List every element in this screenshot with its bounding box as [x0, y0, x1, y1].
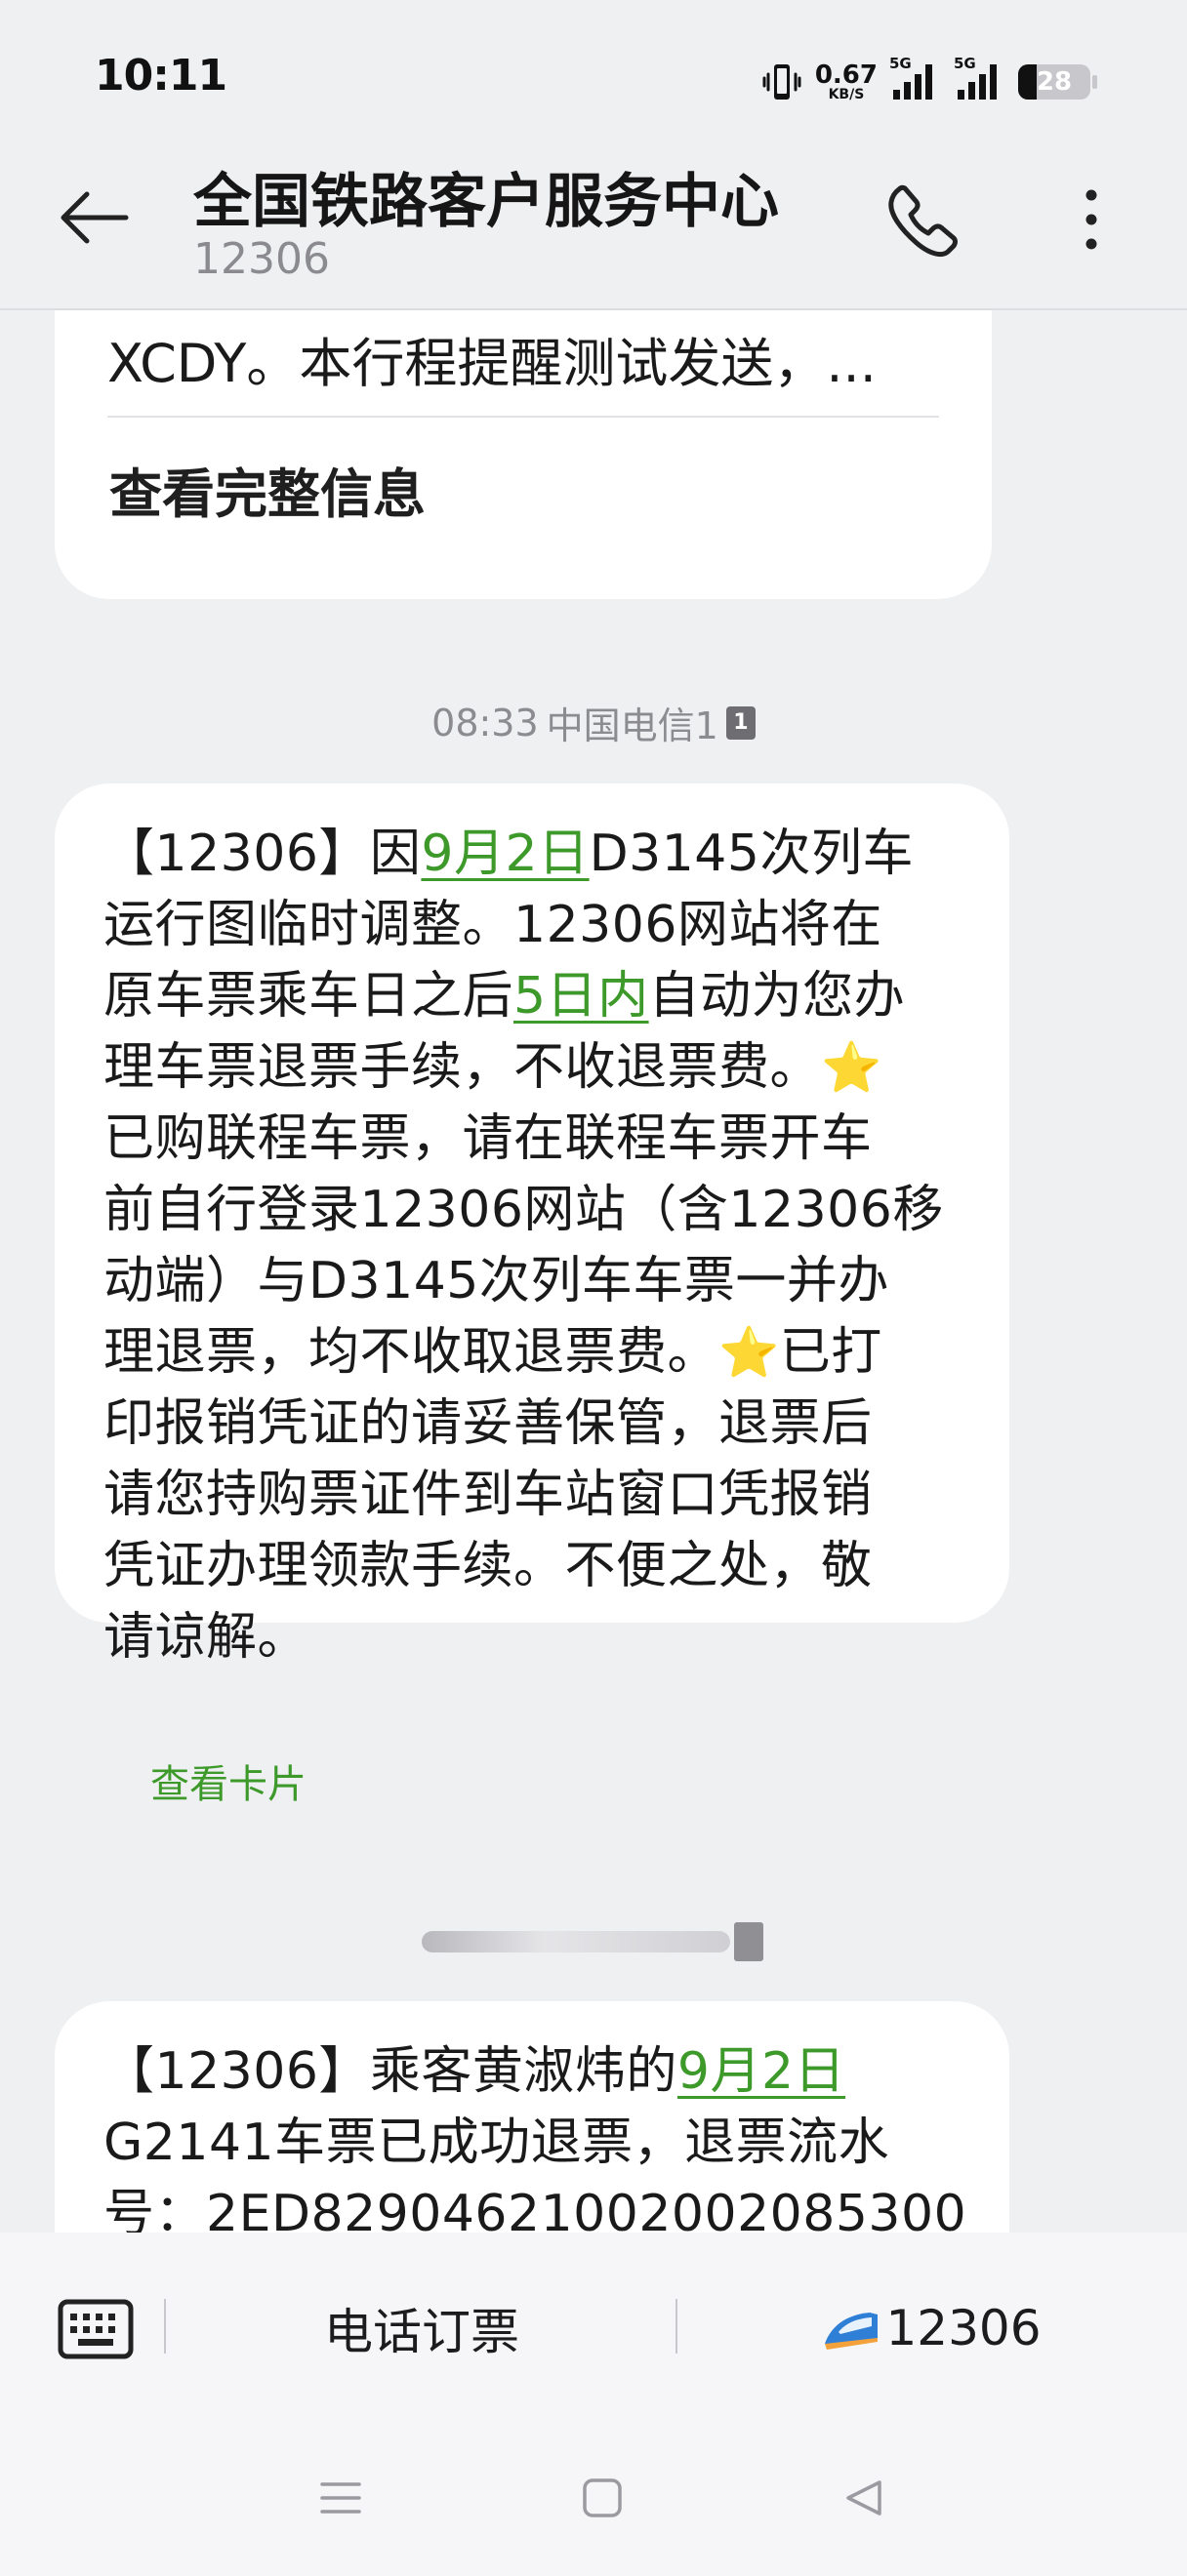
message-carrier: 中国电信1	[546, 704, 718, 747]
message-text: 【12306】乘客黄淑炜的9月2日 G2141车票已成功退票，退票流水 号：2E…	[103, 2036, 982, 2233]
text-segment: 【12306】乘客黄淑炜的	[103, 2042, 677, 2101]
text-segment: 已打	[779, 1323, 882, 1382]
home-button[interactable]	[568, 2469, 636, 2527]
conversation-list[interactable]: XCDY。本行程提醒测试发送，... 查看完整信息 08:33 中国电信1 1 …	[0, 310, 1187, 2233]
message-line: 【12306】因9月2日D3145次列车	[103, 819, 982, 890]
date-link[interactable]: 9月2日	[677, 2042, 845, 2101]
message-line: 前自行登录12306网站（含12306移	[103, 1181, 944, 1239]
vibrate-icon	[762, 64, 801, 100]
text-segment: 【12306】因	[103, 825, 422, 883]
text-segment: 自动为您办	[648, 967, 906, 1026]
menu-separator	[164, 2299, 166, 2354]
text-segment: 理退票，均不收取退票费。	[103, 1323, 719, 1382]
conversation-header: 全国铁路客户服务中心 12306	[0, 146, 1187, 310]
battery-icon: 28	[1018, 64, 1090, 100]
message-time: 08:33	[431, 701, 539, 745]
back-button[interactable]	[51, 174, 139, 262]
message-line: 【12306】乘客黄淑炜的9月2日	[103, 2036, 982, 2108]
duration-link[interactable]: 5日内	[513, 967, 649, 1026]
sim1-signal: 5G	[889, 55, 942, 105]
call-button[interactable]	[879, 176, 966, 263]
message-line: 印报销凭证的请妥善保管，退票后	[103, 1394, 873, 1453]
sim-badge-icon: 1	[725, 705, 756, 740]
menu-lines-icon	[320, 2482, 361, 2514]
message-line: 请谅解。	[103, 1608, 309, 1667]
star-icon: ⭐	[821, 1039, 882, 1096]
message-line: 原车票乘车日之后5日内自动为您办	[103, 961, 982, 1032]
bottom-menu-bar: 电话订票 12306	[0, 2233, 1187, 2576]
sim2-network-type: 5G	[954, 55, 976, 72]
status-bar: 10:11 0.67 KB/S 5G 5G 28	[0, 0, 1187, 146]
keyboard-icon	[58, 2299, 134, 2359]
keyboard-toggle-button[interactable]	[55, 2297, 137, 2361]
message-line: 凭证办理领款手续。不便之处，敬	[103, 1537, 873, 1595]
message-bubble[interactable]: 【12306】乘客黄淑炜的9月2日 G2141车票已成功退票，退票流水 号：2E…	[55, 2001, 1009, 2233]
message-bubble[interactable]: XCDY。本行程提醒测试发送，... 查看完整信息	[55, 310, 992, 599]
message-line: 动端）与D3145次列车车票一并办	[103, 1252, 889, 1310]
recent-apps-button[interactable]	[307, 2469, 375, 2527]
phone-booking-label: 电话订票	[324, 2304, 519, 2360]
sim1-network-type: 5G	[889, 55, 912, 72]
message-line: G2141车票已成功退票，退票流水	[103, 2113, 890, 2172]
network-speed-value: 0.67	[814, 60, 878, 90]
message-text: 【12306】因9月2日D3145次列车 运行图临时调整。12306网站将在 原…	[103, 819, 982, 1673]
status-icons: 0.67 KB/S 5G 5G 28	[760, 55, 1097, 105]
message-line: 请您持购票证件到车站窗口凭报销	[103, 1466, 873, 1524]
battery-level: 28	[1036, 67, 1073, 97]
redacted-meta	[422, 1920, 763, 1963]
divider	[107, 416, 939, 418]
star-icon: ⭐	[718, 1324, 780, 1381]
more-vertical-icon	[1085, 189, 1097, 250]
app-12306-label: 12306	[885, 2300, 1042, 2356]
phone-icon	[888, 184, 958, 258]
message-line: 运行图临时调整。12306网站将在	[103, 896, 882, 954]
status-time: 10:11	[95, 51, 227, 101]
text-segment: 原车票乘车日之后	[103, 967, 514, 1026]
text-segment: 理车票退票手续，不收退票费。	[103, 1038, 822, 1097]
message-line: 理退票，均不收取退票费。⭐已打	[103, 1317, 982, 1389]
view-card-link[interactable]: 查看卡片	[150, 1752, 307, 1809]
more-options-button[interactable]	[1052, 176, 1130, 263]
view-full-info-button[interactable]: 查看完整信息	[109, 451, 426, 528]
network-speed: 0.67 KB/S	[815, 62, 878, 101]
text-segment: D3145次列车	[589, 825, 914, 883]
phone-booking-menu-item[interactable]: 电话订票	[168, 2289, 675, 2367]
back-arrow-icon	[61, 191, 129, 244]
network-speed-unit: KB/S	[828, 87, 865, 102]
app-12306-menu-item[interactable]: 12306	[677, 2289, 1185, 2367]
contact-name: 全国铁路客户服务中心	[193, 168, 779, 236]
back-nav-button[interactable]	[830, 2469, 898, 2527]
message-line: 理车票退票手续，不收退票费。⭐	[103, 1032, 982, 1104]
triangle-back-icon	[846, 2480, 881, 2516]
message-text: XCDY。本行程提醒测试发送，...	[107, 333, 877, 394]
square-icon	[583, 2478, 622, 2517]
sim2-signal: 5G	[954, 55, 1006, 105]
message-line: 已购联程车票，请在联程车票开车	[103, 1109, 873, 1168]
message-bubble[interactable]: 【12306】因9月2日D3145次列车 运行图临时调整。12306网站将在 原…	[55, 784, 1009, 1667]
date-link[interactable]: 9月2日	[421, 825, 589, 883]
system-navigation-bar	[0, 2449, 1187, 2547]
message-line: 号：2ED829046210020020853​00	[103, 2185, 967, 2233]
message-meta: 08:33 中国电信1 1	[0, 696, 1187, 749]
contact-number: 12306	[193, 234, 330, 284]
train-icon	[825, 2313, 879, 2350]
